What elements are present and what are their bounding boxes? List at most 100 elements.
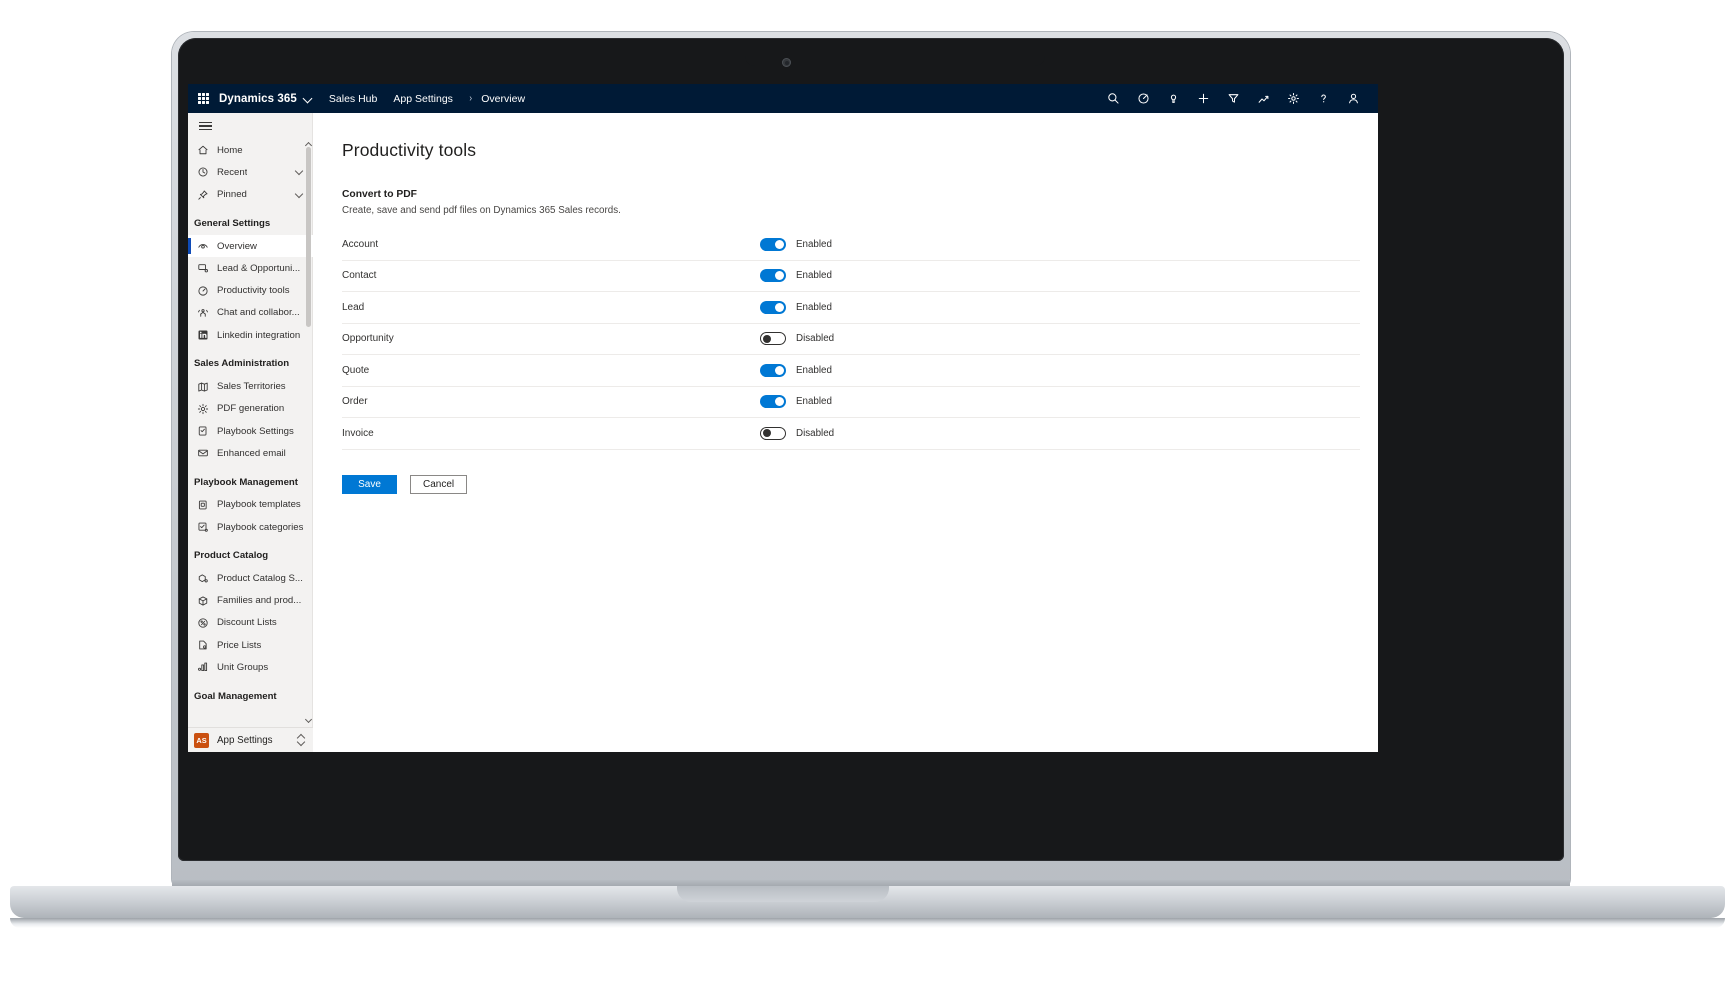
scroll-up-arrow-icon[interactable] [306, 143, 312, 149]
breadcrumb-app-settings[interactable]: App Settings [393, 93, 453, 105]
relationship-assistant-icon[interactable] [1248, 84, 1278, 113]
box-icon [194, 595, 211, 607]
form-actions: Save Cancel [342, 474, 1378, 494]
sidebar-item-label: Unit Groups [217, 661, 269, 673]
sidebar-item-playbook-categories[interactable]: Playbook categories [188, 516, 313, 538]
sidebar-item-productivity-tools[interactable]: Productivity tools [188, 279, 313, 301]
pin-icon [194, 189, 211, 201]
sidebar-item-pdf-generation[interactable]: PDF generation [188, 398, 313, 420]
toggle-group: Enabled [760, 269, 832, 283]
user-account-icon[interactable] [1338, 84, 1368, 113]
search-icon[interactable] [1098, 84, 1128, 113]
sidebar-item-label: Discount Lists [217, 617, 277, 629]
sidebar-item-chat-collaboration[interactable]: Chat and collabor... [188, 302, 313, 324]
sidebar-item-product-catalog-settings[interactable]: Product Catalog S... [188, 567, 313, 589]
sidebar-item-overview[interactable]: Overview [188, 234, 313, 258]
sidebar-group-sales-administration: Sales Administration [194, 358, 290, 370]
row-label: Order [342, 396, 368, 408]
row-label: Opportunity [342, 333, 394, 345]
plus-icon[interactable] [1188, 84, 1218, 113]
clock-icon [194, 166, 211, 178]
sidebar-group-goal-management: Goal Management [194, 690, 277, 702]
toggle-order[interactable] [760, 395, 786, 409]
sidebar-group-general-settings: General Settings [194, 217, 271, 229]
sidebar-item-label: Enhanced email [217, 447, 286, 459]
row-label: Invoice [342, 427, 374, 439]
sidebar-item-home[interactable]: Home [188, 139, 313, 161]
table-row: Invoice Disabled [342, 418, 1360, 450]
app-switcher-button[interactable]: AS App Settings [188, 727, 313, 752]
sidebar-item-label: Families and prod... [217, 595, 302, 607]
lightbulb-icon[interactable] [1158, 84, 1188, 113]
chat-collaboration-icon [194, 307, 211, 319]
app-badge: AS [194, 732, 209, 748]
brand-title: Dynamics 365 [219, 92, 297, 105]
sidebar-item-unit-groups[interactable]: Unit Groups [188, 656, 313, 678]
chevron-up-down-icon[interactable] [297, 734, 305, 746]
sidebar-item-label: Chat and collabor... [217, 307, 300, 319]
sidebar-item-pinned[interactable]: Pinned [188, 184, 313, 206]
home-icon [194, 144, 211, 156]
top-bar-actions [1098, 84, 1378, 113]
sidebar-item-sales-territories[interactable]: Sales Territories [188, 375, 313, 397]
toggle-contact[interactable] [760, 269, 786, 283]
sidebar-scrollbar-thumb[interactable] [306, 147, 311, 327]
map-icon [194, 381, 211, 393]
settings-gear-icon[interactable] [1278, 84, 1308, 113]
toggle-group: Enabled [760, 363, 832, 377]
toggle-group: Enabled [760, 300, 832, 314]
toggle-invoice[interactable] [760, 426, 786, 440]
row-label: Account [342, 238, 379, 250]
sidebar-item-lead-opportunity[interactable]: Lead & Opportuni... [188, 257, 313, 279]
scroll-down-arrow-icon[interactable] [306, 717, 312, 723]
toggle-quote[interactable] [760, 363, 786, 377]
sidebar-item-label: Price Lists [217, 639, 262, 651]
overview-icon [194, 240, 211, 252]
hamburger-menu-icon[interactable] [188, 113, 313, 139]
toggle-state-label: Disabled [796, 333, 835, 345]
help-question-icon[interactable] [1308, 84, 1338, 113]
product-catalog-icon [194, 572, 211, 584]
playbook-settings-icon [194, 425, 211, 437]
playbook-template-icon [194, 499, 211, 511]
sidebar-item-recent[interactable]: Recent [188, 161, 313, 183]
app-name-link[interactable]: Sales Hub [329, 93, 377, 105]
diagnostics-icon[interactable] [1128, 84, 1158, 113]
sidebar-item-linkedin-integration[interactable]: Linkedin integration [188, 324, 313, 346]
sidebar-item-families-and-products[interactable]: Families and prod... [188, 589, 313, 611]
sidebar-item-enhanced-email[interactable]: Enhanced email [188, 442, 313, 464]
app-launcher-icon[interactable] [198, 93, 209, 104]
filter-icon[interactable] [1218, 84, 1248, 113]
sidebar-item-label: Playbook categories [217, 521, 304, 533]
sidebar-item-label: Home [217, 144, 243, 156]
playbook-category-icon [194, 521, 211, 533]
toggle-lead[interactable] [760, 300, 786, 314]
breadcrumb-separator: › [469, 93, 472, 104]
webcam-icon [782, 58, 791, 67]
sidebar-item-label: Product Catalog S... [217, 572, 303, 584]
sidebar-item-playbook-settings[interactable]: Playbook Settings [188, 420, 313, 442]
toggle-account[interactable] [760, 237, 786, 251]
toggle-group: Enabled [760, 395, 832, 409]
sidebar-item-playbook-templates[interactable]: Playbook templates [188, 494, 313, 516]
sidebar-item-label: Pinned [217, 189, 247, 201]
left-navigation-sidebar: Home Recent Pinned General Settings Over… [188, 113, 313, 752]
sidebar-item-price-lists[interactable]: Price Lists [188, 634, 313, 656]
toggle-opportunity[interactable] [760, 332, 786, 346]
sidebar-item-discount-lists[interactable]: Discount Lists [188, 612, 313, 634]
breadcrumb-overview[interactable]: Overview [481, 93, 525, 105]
section-description: Create, save and send pdf files on Dynam… [342, 205, 621, 216]
mail-icon [194, 447, 211, 459]
save-button[interactable]: Save [342, 474, 397, 494]
chevron-down-icon[interactable] [304, 94, 313, 103]
sidebar-item-label: Playbook Settings [217, 425, 294, 437]
cancel-button[interactable]: Cancel [410, 474, 468, 494]
unit-groups-icon [194, 661, 211, 673]
sidebar-item-label: Overview [217, 240, 257, 252]
section-heading: Convert to PDF [342, 189, 417, 200]
chevron-down-icon[interactable] [296, 168, 304, 176]
table-row: Opportunity Disabled [342, 324, 1360, 355]
sidebar-item-label: Productivity tools [217, 285, 290, 297]
lead-opportunity-icon [194, 262, 211, 274]
chevron-down-icon[interactable] [296, 191, 304, 199]
